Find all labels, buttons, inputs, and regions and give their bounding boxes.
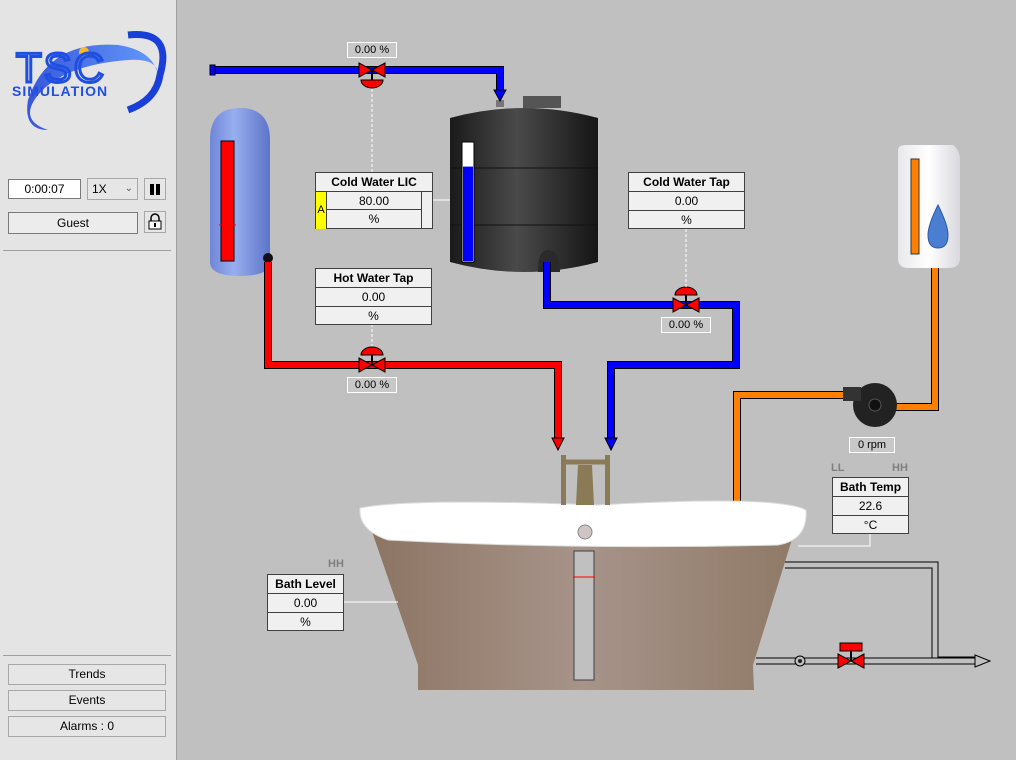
cold-tank-level-fill [463,166,473,261]
soap-pump[interactable] [843,383,897,427]
hot-water-cylinder [210,108,273,276]
cold-water-tap-faceplate[interactable]: Cold Water Tap 0.00 % [628,172,745,229]
bath-level-unit: % [300,615,311,629]
cold-water-lic-value: 80.00 [327,192,421,210]
logo-graphic: TSC SIMULATION [12,31,167,130]
sim-clock: 0:00:07 [8,179,81,199]
events-button[interactable]: Events [8,690,166,711]
trends-button[interactable]: Trends [8,664,166,685]
speed-select[interactable]: 1X ⌄ [87,178,138,200]
cold-water-lic-title: Cold Water LIC [316,173,432,192]
bath-temp-title: Bath Temp [833,478,908,497]
cold-water-tap-unit: % [681,213,692,227]
user-field[interactable]: Guest [8,212,138,234]
tsc-logo: TSC SIMULATION [8,30,170,140]
speed-value: 1X [92,182,107,196]
cold-water-tap-value: 0.00 [629,192,744,211]
bath-level-hh-label: HH [328,558,344,570]
bath-temp-ll-label: LL [831,462,845,474]
hot-water-tap-unit: % [368,309,379,323]
bath-temp-hh-label: HH [892,462,908,474]
sidebar: TSC SIMULATION 0:00:07 1X ⌄ Guest Trends… [0,0,177,760]
cold-water-tap-valve-value: 0.00 % [661,317,711,333]
lock-icon [148,213,162,230]
lock-button[interactable] [144,211,166,233]
cold-water-lic-faceplate[interactable]: Cold Water LIC A 80.00 % [315,172,433,229]
pause-icon [150,184,160,195]
cold-water-tap-title: Cold Water Tap [629,173,744,192]
bath-level-title: Bath Level [268,575,343,594]
soap-dispenser [898,145,960,268]
bath-level-bar [573,550,595,681]
separator [3,655,171,656]
inlet-valve-value: 0.00 % [347,42,397,58]
cold-water-lic-side-bar [421,192,433,229]
hot-water-tap-faceplate[interactable]: Hot Water Tap 0.00 % [315,268,432,325]
cold-water-tank [450,96,598,272]
inlet-pipe [209,64,507,103]
bath-level-value: 0.00 [268,594,343,613]
pause-button[interactable] [144,178,166,200]
bath-temp-unit: °C [863,518,878,532]
process-canvas: 0.00 % 0.00 % 0.00 % 0 rpm Cold Water LI… [178,0,1016,760]
cold-water-lic-mode[interactable]: A [316,192,327,229]
pid-diagram [209,62,992,690]
bath-temp-value: 22.6 [833,497,908,516]
bath-temp-faceplate[interactable]: Bath Temp 22.6 °C [832,477,909,534]
drain-pipe [756,561,992,668]
hot-water-tap-title: Hot Water Tap [316,269,431,288]
hot-water-tap-value: 0.00 [316,288,431,307]
hot-tank-level-bar [220,140,235,262]
cold-water-lic-unit: % [368,212,380,226]
alarms-button[interactable]: Alarms : 0 [8,716,166,737]
bath-level-faceplate[interactable]: Bath Level 0.00 % [267,574,344,631]
soap-level-bar [910,158,920,255]
chevron-down-icon: ⌄ [124,183,133,194]
pump-speed-value: 0 rpm [849,437,895,453]
separator [3,250,171,251]
hot-water-tap-valve-value: 0.00 % [347,377,397,393]
logo-simulation: SIMULATION [12,83,108,99]
cold-water-pipe [543,262,740,452]
